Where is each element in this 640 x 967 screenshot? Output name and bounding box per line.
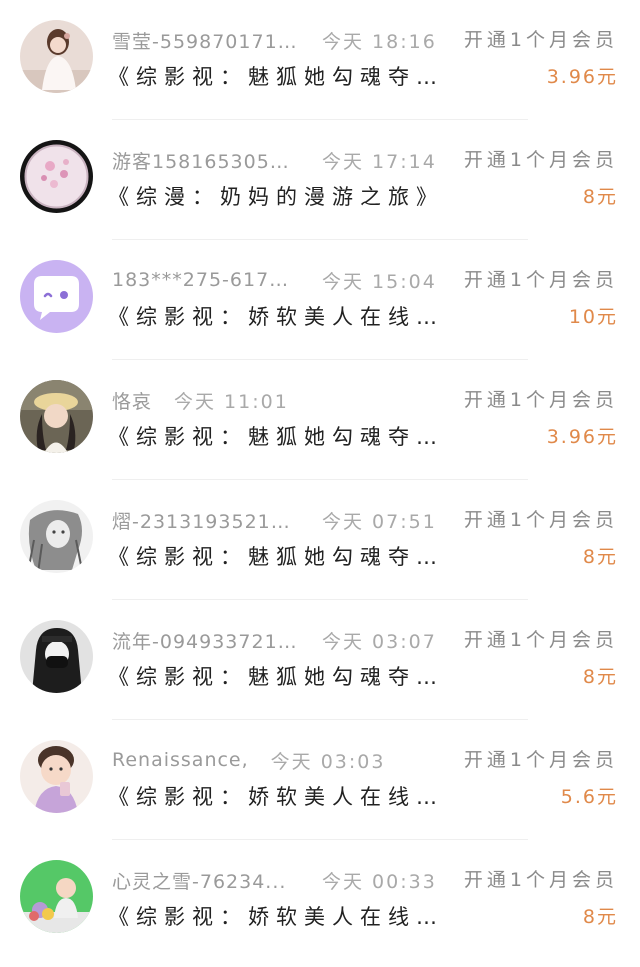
order-time: 今天 18:16 xyxy=(322,30,437,53)
price: 3.96元 xyxy=(546,66,618,88)
user-line: Renaissance, 今天 03:03 xyxy=(112,746,385,774)
username: 恪哀 xyxy=(112,390,153,413)
user-line: 恪哀 今天 11:01 xyxy=(112,386,289,414)
book-title[interactable]: 《综漫：奶妈的漫游之旅》 xyxy=(108,180,448,214)
order-time: 今天 03:07 xyxy=(322,630,437,653)
price: 10元 xyxy=(568,306,618,328)
avatar-sketch-girl-icon xyxy=(20,500,93,573)
avatar[interactable] xyxy=(20,860,93,933)
book-title[interactable]: 《综影视：娇软美人在线崩... xyxy=(108,780,448,814)
avatar[interactable] xyxy=(20,740,93,813)
price: 8元 xyxy=(582,186,618,208)
book-title[interactable]: 《综影视：娇软美人在线崩... xyxy=(108,300,448,334)
price: 5.6元 xyxy=(560,786,618,808)
book-title[interactable]: 《综影视：娇软美人在线崩... xyxy=(108,900,448,934)
user-line: 游客1581653058... 今天 17:14 xyxy=(112,146,437,174)
order-time: 今天 03:03 xyxy=(270,750,386,773)
list-item[interactable]: 熠-23131935212... 今天 07:51 开通1个月会员 《综影视：魅… xyxy=(0,480,640,600)
username: 熠-23131935212... xyxy=(112,510,298,533)
list-item[interactable]: 心灵之雪-76234... 今天 00:33 开通1个月会员 《综影视：娇软美人… xyxy=(0,840,640,960)
user-line: 心灵之雪-76234... 今天 00:33 xyxy=(112,866,437,894)
username: 游客1581653058... xyxy=(112,150,298,173)
price: 3.96元 xyxy=(546,426,618,448)
avatar[interactable] xyxy=(20,620,93,693)
book-title[interactable]: 《综影视：魅狐她勾魂夺魄》 xyxy=(108,60,448,94)
membership-label: 开通1个月会员 xyxy=(463,869,618,891)
order-list: 雪莹-559870171... 今天 18:16 开通1个月会员 《综影视：魅狐… xyxy=(0,0,640,960)
order-time: 今天 07:51 xyxy=(322,510,437,533)
membership-label: 开通1个月会员 xyxy=(463,149,618,171)
username: 183***275-61787... xyxy=(112,269,298,291)
list-item[interactable]: 流年-094933721... 今天 03:07 开通1个月会员 《综影视：魅狐… xyxy=(0,600,640,720)
list-item[interactable]: Renaissance, 今天 03:03 开通1个月会员 《综影视：娇软美人在… xyxy=(0,720,640,840)
price: 8元 xyxy=(582,906,618,928)
username: 雪莹-559870171... xyxy=(112,30,298,53)
list-item[interactable]: 恪哀 今天 11:01 开通1个月会员 《综影视：魅狐她勾魂夺魄》 3.96元 xyxy=(0,360,640,480)
membership-label: 开通1个月会员 xyxy=(463,509,618,531)
username: 心灵之雪-76234... xyxy=(112,870,287,893)
avatar-masked-girl-icon xyxy=(20,620,93,693)
price: 8元 xyxy=(582,666,618,688)
avatar-girl-yellow-hat-icon xyxy=(20,380,93,453)
avatar-pink-flower-circle-icon xyxy=(20,140,93,213)
membership-label: 开通1个月会员 xyxy=(463,389,618,411)
username: 流年-094933721... xyxy=(112,630,298,653)
username: Renaissance, xyxy=(112,749,249,771)
book-title[interactable]: 《综影视：魅狐她勾魂夺魄》 xyxy=(108,540,448,574)
avatar-purple-chat-bubble-icon xyxy=(20,260,93,333)
membership-label: 开通1个月会员 xyxy=(463,629,618,651)
avatar-girl-white-dress-icon xyxy=(20,20,93,93)
avatar[interactable] xyxy=(20,380,93,453)
order-time: 今天 11:01 xyxy=(174,390,289,413)
user-line: 熠-23131935212... 今天 07:51 xyxy=(112,506,437,534)
avatar[interactable] xyxy=(20,500,93,573)
user-line: 雪莹-559870171... 今天 18:16 xyxy=(112,26,437,54)
list-item[interactable]: 雪莹-559870171... 今天 18:16 开通1个月会员 《综影视：魅狐… xyxy=(0,0,640,120)
user-line: 流年-094933721... 今天 03:07 xyxy=(112,626,437,654)
membership-label: 开通1个月会员 xyxy=(463,749,618,771)
price: 8元 xyxy=(582,546,618,568)
avatar[interactable] xyxy=(20,260,93,333)
avatar-baby-green-icon xyxy=(20,860,93,933)
avatar[interactable] xyxy=(20,20,93,93)
order-time: 今天 00:33 xyxy=(322,870,437,893)
avatar[interactable] xyxy=(20,140,93,213)
list-item[interactable]: 183***275-61787... 今天 15:04 开通1个月会员 《综影视… xyxy=(0,240,640,360)
membership-label: 开通1个月会员 xyxy=(463,269,618,291)
order-time: 今天 15:04 xyxy=(322,270,437,293)
avatar-toddler-purple-icon xyxy=(20,740,93,813)
book-title[interactable]: 《综影视：魅狐她勾魂夺魄》 xyxy=(108,420,448,454)
book-title[interactable]: 《综影视：魅狐她勾魂夺魄》 xyxy=(108,660,448,694)
membership-label: 开通1个月会员 xyxy=(463,29,618,51)
order-time: 今天 17:14 xyxy=(322,150,437,173)
user-line: 183***275-61787... 今天 15:04 xyxy=(112,266,437,294)
list-item[interactable]: 游客1581653058... 今天 17:14 开通1个月会员 《综漫：奶妈的… xyxy=(0,120,640,240)
